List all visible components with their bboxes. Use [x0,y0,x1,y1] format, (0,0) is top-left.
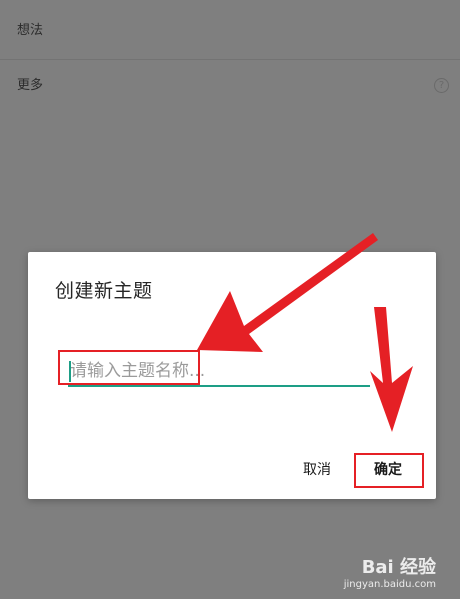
baidu-jingyan-watermark: Bai 经验 jingyan.baidu.com [316,557,436,591]
question-circle-icon[interactable]: ? [434,78,449,93]
dialog-title: 创建新主题 [55,280,153,302]
screen: 想法 更多 ? 创建新主题 取消 确定 Bai 经验 jingyan.baidu… [0,0,460,599]
list-item-ideas[interactable]: 想法 [0,0,460,60]
cancel-button[interactable]: 取消 [290,452,344,488]
list-item-ideas-label: 想法 [17,23,44,38]
input-highlight-box [58,350,200,385]
list-item-more[interactable]: 更多 ? [0,61,460,111]
watermark-url: jingyan.baidu.com [343,579,436,590]
list-item-more-label: 更多 [17,78,44,93]
watermark-logo: Bai 经验 [361,557,436,578]
confirm-highlight-box [354,453,424,488]
